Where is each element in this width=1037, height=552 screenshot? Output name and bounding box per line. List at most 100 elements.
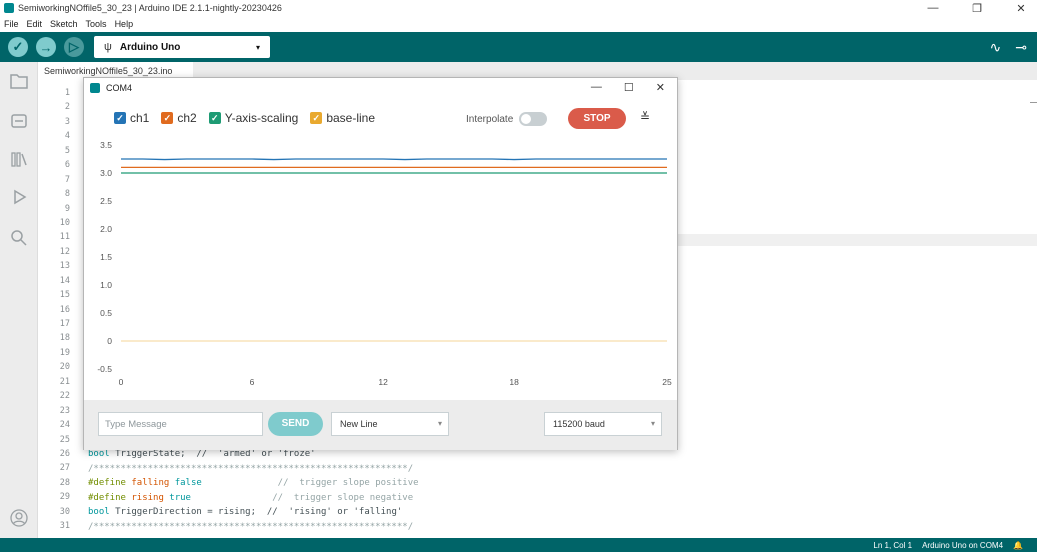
library-icon[interactable] xyxy=(9,150,29,170)
line-ending-select[interactable]: New Line ▾ xyxy=(331,412,449,436)
plotter-minimize-button[interactable]: — xyxy=(591,81,602,94)
legend-label: ch2 xyxy=(177,111,197,125)
minimize-button[interactable]: — xyxy=(925,2,941,14)
legend-item-ch2[interactable]: ✓ ch2 xyxy=(161,111,197,125)
y-tick-label: -0.5 xyxy=(97,364,112,374)
upload-button[interactable]: → xyxy=(36,37,56,57)
serial-plotter-window: COM4 — ☐ ✕ ✓ ch1 ✓ ch2 ✓ Y-axis-scaling ✓ base-… xyxy=(83,77,678,450)
baud-rate-value: 115200 baud xyxy=(553,419,605,429)
menu-sketch[interactable]: Sketch xyxy=(50,19,78,29)
line-number: 22 xyxy=(59,391,70,402)
legend-item-y-axis-scaling[interactable]: ✓ Y-axis-scaling xyxy=(208,111,299,125)
line-number: 11 xyxy=(59,232,70,243)
x-tick-label: 0 xyxy=(119,377,124,387)
bell-icon[interactable]: 🔔 xyxy=(1013,541,1023,550)
board-status[interactable]: Arduino Uno on COM4 xyxy=(922,541,1003,550)
clear-icon[interactable]: ≚ xyxy=(640,110,650,124)
code-line-29: #define rising true // trigger slope neg… xyxy=(88,492,414,503)
plotter-title: COM4 xyxy=(106,83,133,93)
stop-button[interactable]: STOP xyxy=(568,108,626,129)
debug-button[interactable]: ▷ xyxy=(64,37,84,57)
plotter-close-button[interactable]: ✕ xyxy=(656,81,665,94)
baud-rate-select[interactable]: 115200 baud ▾ xyxy=(544,412,662,436)
x-tick-label: 18 xyxy=(509,377,519,387)
menu-help[interactable]: Help xyxy=(115,19,134,29)
message-input[interactable] xyxy=(98,412,263,436)
line-number: 20 xyxy=(59,362,70,373)
y-tick-label: 1.5 xyxy=(100,252,112,262)
account-icon[interactable] xyxy=(9,508,29,528)
legend-label: base-line xyxy=(326,111,376,125)
interpolate-label: Interpolate xyxy=(466,113,514,125)
plotter-maximize-button[interactable]: ☐ xyxy=(624,81,634,94)
line-number: 2 xyxy=(64,102,70,113)
y-tick-label: 2.5 xyxy=(100,196,112,206)
checkmark-icon: ✓ xyxy=(12,39,24,54)
verify-button[interactable]: ✓ xyxy=(8,37,28,57)
send-button[interactable]: SEND xyxy=(268,412,323,436)
close-button[interactable]: ✕ xyxy=(1013,2,1029,15)
line-number: 30 xyxy=(59,506,70,517)
restore-button[interactable]: ❐ xyxy=(969,2,985,15)
line-number: 6 xyxy=(64,160,70,171)
line-number-gutter: 1 2 3 4 5 6 7 8 9 10 11 12 13 14 15 16 17 18 19 20 21 22 23 24 2… xyxy=(38,86,70,534)
menu-tools[interactable]: Tools xyxy=(86,19,107,29)
status-bar: Ln 1, Col 1 Arduino Uno on COM4 🔔 xyxy=(0,538,1037,552)
line-number: 15 xyxy=(59,290,70,301)
line-number: 31 xyxy=(59,521,70,532)
line-number: 5 xyxy=(64,145,70,156)
y-tick-label: 2.0 xyxy=(100,224,112,234)
series-line-ch1 xyxy=(121,158,667,161)
scroll-indicator xyxy=(1030,102,1037,103)
board-selector[interactable]: ψ Arduino Uno ▾ xyxy=(94,36,270,58)
arrow-right-icon: → xyxy=(39,39,53,55)
line-number: 29 xyxy=(59,492,70,503)
line-number: 19 xyxy=(59,347,70,358)
arduino-ide: SemiworkingNOffile5_30_23 | Arduino IDE … xyxy=(0,0,1037,552)
y-tick-label: 3.5 xyxy=(100,140,112,150)
title-bar: SemiworkingNOffile5_30_23 | Arduino IDE … xyxy=(0,0,1037,16)
menu-file[interactable]: File xyxy=(4,19,19,29)
line-number: 21 xyxy=(59,376,70,387)
serial-monitor-icon[interactable]: ⊸ xyxy=(1015,39,1027,56)
line-number: 8 xyxy=(64,189,70,200)
line-number: 3 xyxy=(64,116,70,127)
interpolate-control: Interpolate xyxy=(466,112,548,126)
message-bar: SEND New Line ▾ 115200 baud ▾ xyxy=(84,400,677,450)
code-line-31: /***************************************… xyxy=(88,521,414,532)
legend-item-base-line[interactable]: ✓ base-line xyxy=(310,111,375,125)
line-number: 24 xyxy=(59,420,70,431)
code-line-27: /***************************************… xyxy=(88,463,414,474)
checkbox-icon[interactable]: ✓ xyxy=(310,112,323,124)
chart-legend: ✓ ch1 ✓ ch2 ✓ Y-axis-scaling ✓ base-line xyxy=(114,111,387,125)
legend-item-ch1[interactable]: ✓ ch1 xyxy=(114,111,149,125)
plot-chart: 3.5 3.0 2.5 2.0 1.5 1.0 0.5 0 -0.5 0 6 12 18 25 xyxy=(97,140,672,387)
cursor-position[interactable]: Ln 1, Col 1 xyxy=(873,541,912,550)
line-number: 7 xyxy=(64,174,70,185)
current-line-highlight xyxy=(678,234,1037,246)
y-tick-label: 0.5 xyxy=(100,308,112,318)
folder-icon[interactable] xyxy=(9,72,29,92)
code-line-28: #define falling false // trigger slope p… xyxy=(88,478,419,488)
checkbox-icon[interactable]: ✓ xyxy=(208,112,221,124)
checkbox-icon[interactable]: ✓ xyxy=(161,112,174,124)
legend-label: Y-axis-scaling xyxy=(224,111,299,125)
arduino-app-icon xyxy=(4,3,14,13)
line-number: 17 xyxy=(59,319,70,329)
menu-edit[interactable]: Edit xyxy=(27,19,43,29)
line-number: 26 xyxy=(59,448,70,459)
menu-bar: File Edit Sketch Tools Help xyxy=(0,16,1037,32)
line-ending-value: New Line xyxy=(340,419,378,429)
checkbox-icon[interactable]: ✓ xyxy=(114,112,126,124)
plotter-title-bar: COM4 — ☐ ✕ xyxy=(84,78,677,98)
debug-sidebar-icon[interactable] xyxy=(9,188,29,208)
interpolate-toggle[interactable] xyxy=(519,112,548,126)
search-icon[interactable] xyxy=(9,228,29,248)
board-manager-icon[interactable] xyxy=(9,112,29,132)
serial-plotter-icon[interactable]: ∿ xyxy=(990,39,1002,56)
y-tick-label: 3.0 xyxy=(100,168,112,178)
toolbar: ✓ → ▷ ψ Arduino Uno ▾ ∿ ⊸ xyxy=(0,32,1037,62)
legend-label: ch1 xyxy=(130,111,150,125)
line-number: 10 xyxy=(59,217,70,228)
line-number: 1 xyxy=(64,88,70,98)
